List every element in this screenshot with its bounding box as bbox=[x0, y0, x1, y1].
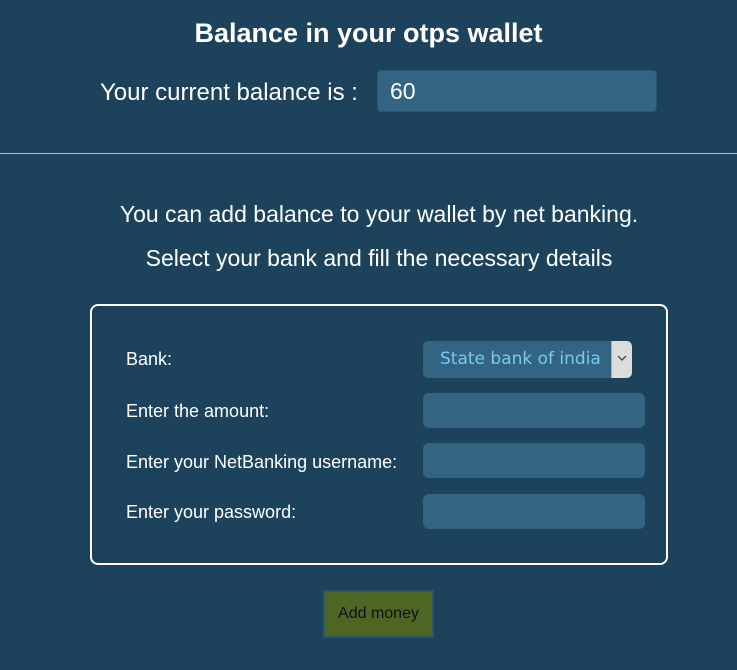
divider bbox=[0, 153, 737, 154]
bank-label: Bank: bbox=[126, 349, 173, 369]
chevron-down-icon[interactable] bbox=[611, 341, 632, 378]
page-title: Balance in your otps wallet bbox=[194, 18, 543, 48]
amount-label: Enter the amount: bbox=[126, 401, 270, 421]
info-text-line-2: Select your bank and fill the necessary … bbox=[145, 245, 613, 271]
balance-field[interactable]: 60 bbox=[377, 70, 657, 112]
username-input[interactable] bbox=[423, 443, 645, 478]
amount-input[interactable] bbox=[423, 393, 645, 428]
add-money-button[interactable]: Add money bbox=[323, 590, 434, 638]
bank-select-value: State bank of india bbox=[440, 349, 601, 369]
balance-row: Your current balance is : 60 bbox=[0, 70, 737, 114]
info-text-line-1: You can add balance to your wallet by ne… bbox=[119, 201, 639, 227]
password-input[interactable] bbox=[423, 494, 645, 529]
bank-select[interactable]: State bank of india bbox=[423, 341, 632, 378]
balance-label: Your current balance is : bbox=[100, 79, 358, 106]
username-label: Enter your NetBanking username: bbox=[126, 452, 398, 472]
password-label: Enter your password: bbox=[126, 502, 297, 522]
